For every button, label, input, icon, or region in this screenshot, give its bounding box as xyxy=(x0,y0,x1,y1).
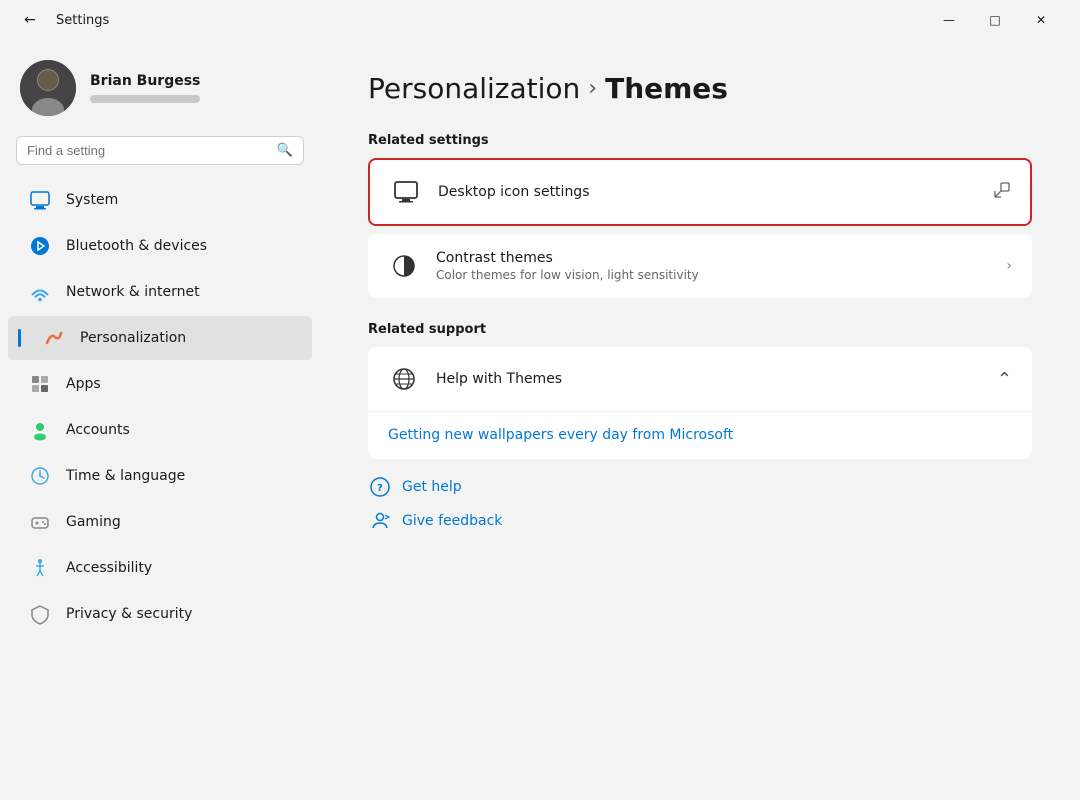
help-themes-header[interactable]: Help with Themes ⌃ xyxy=(368,347,1032,412)
title-bar: ← Settings — □ ✕ xyxy=(0,0,1080,40)
help-themes-body: Getting new wallpapers every day from Mi… xyxy=(368,412,1032,459)
support-section: Related support Help with Themes ⌃ xyxy=(368,322,1032,459)
breadcrumb: Personalization › Themes xyxy=(368,72,1032,105)
maximize-button[interactable]: □ xyxy=(972,0,1018,40)
sidebar-label-personalization: Personalization xyxy=(80,330,186,346)
contrast-themes-card: Contrast themes Color themes for low vis… xyxy=(368,234,1032,298)
sidebar-item-accessibility[interactable]: Accessibility xyxy=(8,546,312,590)
related-support-label: Related support xyxy=(368,322,1032,337)
user-profile[interactable]: Brian Burgess xyxy=(0,48,320,136)
sidebar-label-system: System xyxy=(66,192,118,208)
contrast-themes-title: Contrast themes xyxy=(436,250,990,266)
help-themes-title: Help with Themes xyxy=(436,371,981,387)
sidebar-item-apps[interactable]: Apps xyxy=(8,362,312,406)
desktop-icon-item[interactable]: Desktop icon settings xyxy=(370,160,1030,224)
sidebar-label-time: Time & language xyxy=(66,468,185,484)
get-help-label: Get help xyxy=(402,479,462,495)
sidebar-label-accessibility: Accessibility xyxy=(66,560,152,576)
sidebar-item-system[interactable]: System xyxy=(8,178,312,222)
sidebar-item-personalization[interactable]: Personalization xyxy=(8,316,312,360)
user-status-bar xyxy=(90,95,200,103)
wallpaper-link[interactable]: Getting new wallpapers every day from Mi… xyxy=(388,427,733,443)
search-box[interactable]: 🔍 xyxy=(16,136,304,165)
help-globe-icon xyxy=(388,363,420,395)
chevron-up-icon: ⌃ xyxy=(997,369,1012,390)
sidebar-label-accounts: Accounts xyxy=(66,422,130,438)
get-help-link[interactable]: ? Get help xyxy=(368,475,1032,499)
sidebar-item-accounts[interactable]: Accounts xyxy=(8,408,312,452)
sidebar-label-network: Network & internet xyxy=(66,284,200,300)
sidebar-item-network[interactable]: Network & internet xyxy=(8,270,312,314)
bottom-links: ? Get help Give feedback xyxy=(368,475,1032,533)
bluetooth-icon xyxy=(28,234,52,258)
contrast-themes-subtitle: Color themes for low vision, light sensi… xyxy=(436,268,990,282)
main-content: Personalization › Themes Related setting… xyxy=(320,40,1080,800)
help-themes-card: Help with Themes ⌃ Getting new wallpaper… xyxy=(368,347,1032,459)
related-settings-label: Related settings xyxy=(368,133,1032,148)
desktop-icon-title: Desktop icon settings xyxy=(438,184,590,200)
apps-icon xyxy=(28,372,52,396)
sidebar: Brian Burgess 🔍 System Bluetooth & devic… xyxy=(0,40,320,800)
breadcrumb-current: Themes xyxy=(605,72,728,105)
sidebar-label-apps: Apps xyxy=(66,376,101,392)
desktop-icon-card: Desktop icon settings xyxy=(368,158,1032,226)
personalization-icon xyxy=(42,326,66,350)
avatar xyxy=(20,60,76,116)
app-title: Settings xyxy=(56,13,914,28)
time-icon xyxy=(28,464,52,488)
give-feedback-icon xyxy=(368,509,392,533)
user-info: Brian Burgess xyxy=(90,73,200,103)
privacy-icon xyxy=(28,602,52,626)
window-controls: — □ ✕ xyxy=(926,0,1064,40)
back-button[interactable]: ← xyxy=(16,6,44,34)
active-indicator xyxy=(18,329,21,347)
breadcrumb-parent[interactable]: Personalization xyxy=(368,72,580,105)
close-button[interactable]: ✕ xyxy=(1018,0,1064,40)
desktop-icon xyxy=(390,176,422,208)
accounts-icon xyxy=(28,418,52,442)
contrast-icon xyxy=(388,250,420,282)
minimize-button[interactable]: — xyxy=(926,0,972,40)
contrast-themes-item[interactable]: Contrast themes Color themes for low vis… xyxy=(368,234,1032,298)
system-icon xyxy=(28,188,52,212)
get-help-icon: ? xyxy=(368,475,392,499)
sidebar-item-bluetooth[interactable]: Bluetooth & devices xyxy=(8,224,312,268)
svg-text:?: ? xyxy=(377,483,383,494)
accessibility-icon xyxy=(28,556,52,580)
give-feedback-label: Give feedback xyxy=(402,513,502,529)
breadcrumb-separator: › xyxy=(588,76,597,101)
user-name: Brian Burgess xyxy=(90,73,200,89)
sidebar-item-gaming[interactable]: Gaming xyxy=(8,500,312,544)
contrast-themes-text: Contrast themes Color themes for low vis… xyxy=(436,250,990,282)
sidebar-label-bluetooth: Bluetooth & devices xyxy=(66,238,207,254)
app-body: Brian Burgess 🔍 System Bluetooth & devic… xyxy=(0,40,1080,800)
sidebar-label-gaming: Gaming xyxy=(66,514,121,530)
network-icon xyxy=(28,280,52,304)
sidebar-item-time[interactable]: Time & language xyxy=(8,454,312,498)
search-input[interactable] xyxy=(27,143,269,158)
sidebar-item-privacy[interactable]: Privacy & security xyxy=(8,592,312,636)
give-feedback-link[interactable]: Give feedback xyxy=(368,509,1032,533)
chevron-right-icon: › xyxy=(1006,258,1012,274)
sidebar-label-privacy: Privacy & security xyxy=(66,606,192,622)
gaming-icon xyxy=(28,510,52,534)
external-link-icon xyxy=(994,182,1010,202)
search-icon: 🔍 xyxy=(277,143,293,158)
